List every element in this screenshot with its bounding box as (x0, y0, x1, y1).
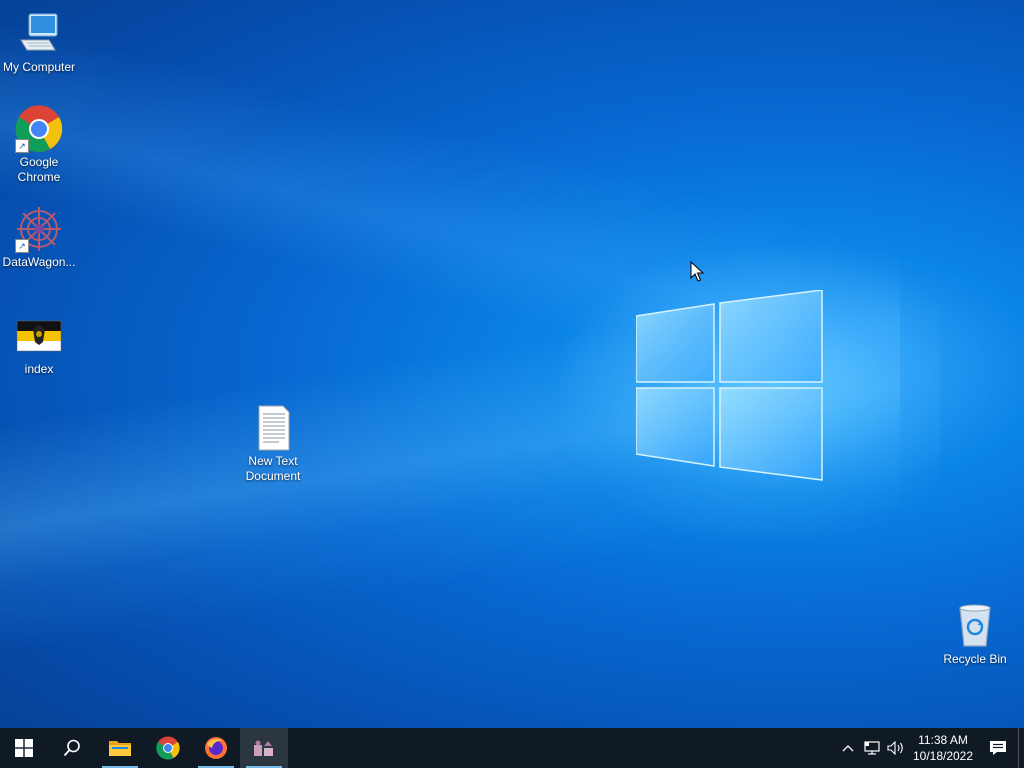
chrome-icon: ↗ (15, 105, 63, 153)
chevron-up-icon (842, 745, 854, 752)
desktop-icon-new-text-document[interactable]: New Text Document (233, 404, 313, 484)
text-document-icon (249, 404, 297, 452)
datawagon-icon: ↗ (15, 205, 63, 253)
desktop-icon-label: New Text Document (245, 454, 301, 483)
desktop-icon-recycle-bin[interactable]: Recycle Bin (935, 602, 1015, 667)
folder-icon (109, 741, 131, 756)
taskbar: 11:38 AM 10/18/2022 (0, 728, 1024, 768)
clock[interactable]: 11:38 AM 10/18/2022 (908, 732, 978, 764)
flag-image-icon (15, 312, 63, 360)
desktop-icon-index[interactable]: index (0, 312, 79, 377)
computer-icon (15, 10, 63, 58)
desktop-icon-label: index (24, 362, 54, 376)
windows-start-icon (15, 739, 33, 757)
clock-date: 10/18/2022 (912, 749, 974, 763)
desktop-icon-label: My Computer (2, 60, 76, 74)
network-icon (864, 741, 880, 755)
desktop-icon-my-computer[interactable]: My Computer (0, 10, 79, 75)
taskbar-chrome[interactable] (144, 728, 192, 768)
clock-time: 11:38 AM (918, 733, 968, 747)
taskbar-file-explorer[interactable] (96, 728, 144, 768)
network-button[interactable] (860, 728, 884, 768)
desktop-icon-label: Google Chrome (17, 155, 61, 184)
mouse-pointer-icon (690, 261, 704, 282)
action-center-button[interactable] (978, 728, 1018, 768)
taskbar-firefox[interactable] (192, 728, 240, 768)
speaker-icon (887, 741, 903, 755)
shortcut-arrow-icon: ↗ (15, 139, 29, 153)
app-icon (254, 740, 273, 756)
search-button[interactable] (48, 728, 96, 768)
shortcut-arrow-icon: ↗ (15, 239, 29, 253)
notification-icon (990, 741, 1006, 755)
search-icon (63, 739, 80, 757)
volume-button[interactable] (884, 728, 908, 768)
system-tray: 11:38 AM 10/18/2022 (836, 728, 1024, 768)
desktop: My Computer ↗ Google Chrome ↗ DataWagon.… (0, 0, 1024, 728)
show-hidden-icons-button[interactable] (836, 728, 860, 768)
desktop-icon-label: Recycle Bin (943, 652, 1007, 666)
recycle-bin-icon (951, 602, 999, 650)
taskbar-app[interactable] (240, 728, 288, 768)
desktop-icon-google-chrome[interactable]: ↗ Google Chrome (0, 105, 79, 185)
firefox-icon (205, 737, 227, 759)
show-desktop-button[interactable] (1018, 728, 1024, 768)
desktop-icon-label: DataWagon... (2, 255, 76, 269)
windows-logo-wallpaper-icon (636, 290, 823, 481)
start-button[interactable] (0, 728, 48, 768)
desktop-icon-datawagon[interactable]: ↗ DataWagon... (0, 205, 79, 270)
chrome-icon (156, 736, 180, 760)
